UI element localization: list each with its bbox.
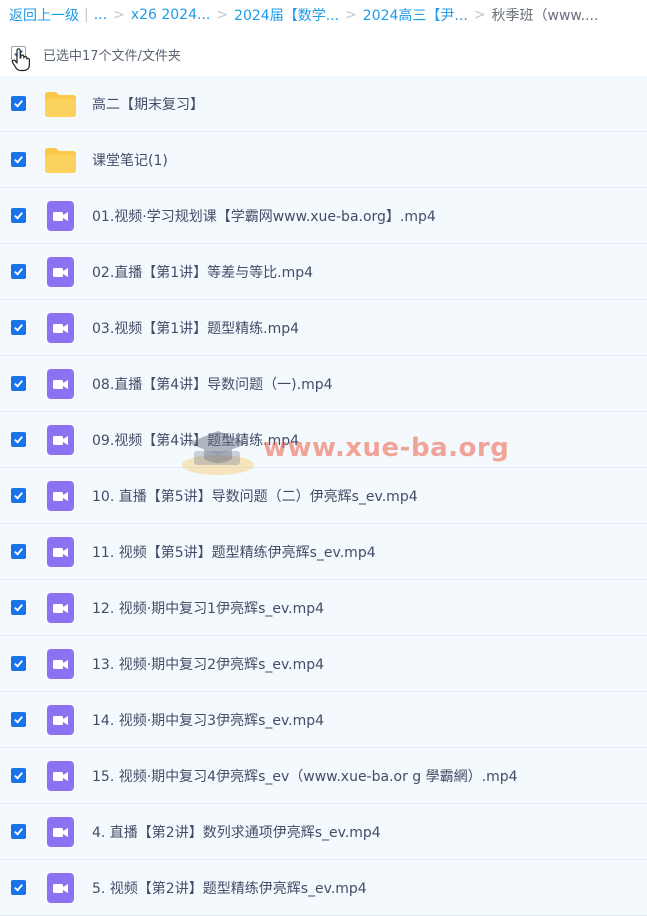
file-name[interactable]: 5. 视频【第2讲】题型精练伊亮辉s_ev.mp4 bbox=[92, 878, 367, 898]
selection-count-label: 已选中17个文件/文件夹 bbox=[43, 49, 181, 64]
row-checkbox[interactable] bbox=[11, 824, 26, 839]
video-file-icon bbox=[47, 873, 74, 903]
row-checkbox[interactable] bbox=[11, 152, 26, 167]
selection-bar: 已选中17个文件/文件夹 bbox=[0, 30, 647, 76]
breadcrumb-separator: > bbox=[216, 7, 229, 23]
check-icon bbox=[14, 604, 23, 612]
row-checkbox[interactable] bbox=[11, 376, 26, 391]
check-icon bbox=[14, 324, 23, 332]
file-name[interactable]: 13. 视频·期中复习2伊亮辉s_ev.mp4 bbox=[92, 654, 324, 674]
file-row[interactable]: 5. 视频【第2讲】题型精练伊亮辉s_ev.mp4 bbox=[0, 860, 647, 916]
file-row[interactable]: 14. 视频·期中复习3伊亮辉s_ev.mp4 bbox=[0, 692, 647, 748]
file-name[interactable]: 4. 直播【第2讲】数列求通项伊亮辉s_ev.mp4 bbox=[92, 822, 381, 842]
check-icon bbox=[14, 660, 23, 668]
breadcrumb-separator: > bbox=[473, 7, 486, 23]
breadcrumb-item[interactable]: x26 2024... bbox=[131, 7, 211, 23]
file-name[interactable]: 01.视频·学习规划课【学霸网www.xue-ba.org】.mp4 bbox=[92, 206, 436, 226]
check-icon bbox=[14, 212, 23, 220]
row-checkbox[interactable] bbox=[11, 208, 26, 223]
check-icon bbox=[14, 492, 23, 500]
row-checkbox[interactable] bbox=[11, 880, 26, 895]
video-file-icon bbox=[47, 761, 74, 791]
row-checkbox[interactable] bbox=[11, 544, 26, 559]
file-name[interactable]: 14. 视频·期中复习3伊亮辉s_ev.mp4 bbox=[92, 710, 324, 730]
file-name[interactable]: 02.直播【第1讲】等差与等比.mp4 bbox=[92, 262, 313, 282]
file-name[interactable]: 课堂笔记(1) bbox=[92, 150, 168, 170]
video-file-icon bbox=[47, 257, 74, 287]
check-icon bbox=[14, 772, 23, 780]
file-name[interactable]: 03.视频【第1讲】题型精练.mp4 bbox=[92, 318, 299, 338]
row-checkbox[interactable] bbox=[11, 96, 26, 111]
file-name[interactable]: 09.视频【第4讲】题型精练.mp4 bbox=[92, 430, 299, 450]
video-file-icon bbox=[47, 537, 74, 567]
breadcrumb-current: 秋季班（www.... bbox=[491, 8, 599, 24]
row-checkbox[interactable] bbox=[11, 712, 26, 727]
file-name[interactable]: 12. 视频·期中复习1伊亮辉s_ev.mp4 bbox=[92, 598, 324, 618]
folder-icon bbox=[45, 148, 76, 173]
check-icon bbox=[14, 268, 23, 276]
video-file-icon bbox=[47, 481, 74, 511]
file-row[interactable]: 12. 视频·期中复习1伊亮辉s_ev.mp4 bbox=[0, 580, 647, 636]
row-checkbox[interactable] bbox=[11, 264, 26, 279]
video-file-icon bbox=[47, 817, 74, 847]
file-row[interactable]: 15. 视频·期中复习4伊亮辉s_ev（www.xue-ba.or g 學霸網）… bbox=[0, 748, 647, 804]
breadcrumb-separator: > bbox=[345, 7, 357, 23]
file-name[interactable]: 11. 视频【第5讲】题型精练伊亮辉s_ev.mp4 bbox=[92, 542, 376, 562]
row-checkbox[interactable] bbox=[11, 768, 26, 783]
check-icon bbox=[14, 884, 23, 892]
breadcrumb-separator: > bbox=[113, 7, 125, 23]
breadcrumb-item[interactable]: 2024届【数学... bbox=[234, 5, 339, 25]
row-checkbox[interactable] bbox=[11, 432, 26, 447]
file-row[interactable]: 08.直播【第4讲】导数问题（一).mp4 bbox=[0, 356, 647, 412]
video-file-icon bbox=[47, 369, 74, 399]
breadcrumb-ellipsis[interactable]: ... bbox=[94, 7, 107, 23]
check-icon bbox=[14, 436, 23, 444]
file-row[interactable]: 02.直播【第1讲】等差与等比.mp4 bbox=[0, 244, 647, 300]
file-name[interactable]: 15. 视频·期中复习4伊亮辉s_ev（www.xue-ba.or g 學霸網）… bbox=[92, 766, 518, 786]
video-file-icon bbox=[47, 425, 74, 455]
file-row[interactable]: 4. 直播【第2讲】数列求通项伊亮辉s_ev.mp4 bbox=[0, 804, 647, 860]
breadcrumb: 返回上一级 | ... > x26 2024... > 2024届【数学... … bbox=[0, 0, 647, 30]
video-file-icon bbox=[47, 201, 74, 231]
check-icon bbox=[14, 548, 23, 556]
back-link[interactable]: 返回上一级 bbox=[9, 5, 79, 25]
file-name[interactable]: 08.直播【第4讲】导数问题（一).mp4 bbox=[92, 374, 333, 394]
file-row[interactable]: 10. 直播【第5讲】导数问题（二）伊亮辉s_ev.mp4 bbox=[0, 468, 647, 524]
file-row[interactable]: 01.视频·学习规划课【学霸网www.xue-ba.org】.mp4 bbox=[0, 188, 647, 244]
check-icon bbox=[14, 156, 23, 164]
video-file-icon bbox=[47, 593, 74, 623]
hand-cursor-icon bbox=[11, 48, 30, 72]
file-row[interactable]: 11. 视频【第5讲】题型精练伊亮辉s_ev.mp4 bbox=[0, 524, 647, 580]
check-icon bbox=[14, 716, 23, 724]
row-checkbox[interactable] bbox=[11, 488, 26, 503]
file-row[interactable]: 高二【期末复习】 bbox=[0, 76, 647, 132]
breadcrumb-divider: | bbox=[84, 7, 89, 23]
check-icon bbox=[14, 100, 23, 108]
file-row[interactable]: 09.视频【第4讲】题型精练.mp4 bbox=[0, 412, 647, 468]
video-file-icon bbox=[47, 649, 74, 679]
row-checkbox[interactable] bbox=[11, 320, 26, 335]
video-file-icon bbox=[47, 705, 74, 735]
file-row[interactable]: 03.视频【第1讲】题型精练.mp4 bbox=[0, 300, 647, 356]
folder-icon bbox=[45, 92, 76, 117]
check-icon bbox=[14, 828, 23, 836]
file-row[interactable]: 课堂笔记(1) bbox=[0, 132, 647, 188]
row-checkbox[interactable] bbox=[11, 656, 26, 671]
row-checkbox[interactable] bbox=[11, 600, 26, 615]
file-row[interactable]: 13. 视频·期中复习2伊亮辉s_ev.mp4 bbox=[0, 636, 647, 692]
video-file-icon bbox=[47, 313, 74, 343]
file-name[interactable]: 高二【期末复习】 bbox=[92, 94, 204, 114]
file-name[interactable]: 10. 直播【第5讲】导数问题（二）伊亮辉s_ev.mp4 bbox=[92, 486, 418, 506]
check-icon bbox=[14, 380, 23, 388]
breadcrumb-item[interactable]: 2024高三【尹... bbox=[363, 5, 468, 25]
